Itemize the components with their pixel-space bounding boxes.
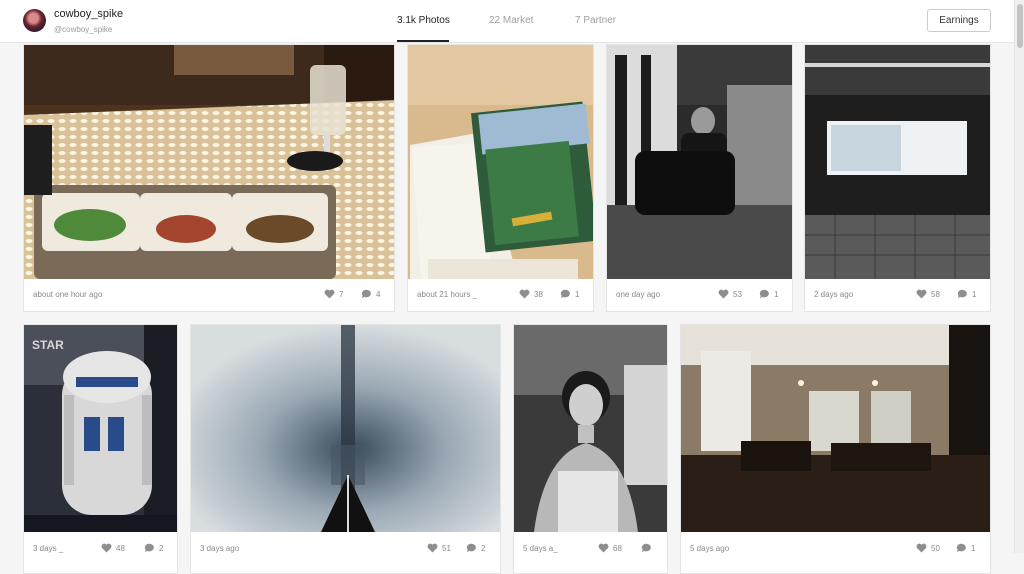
like-button[interactable]: 38: [519, 289, 543, 299]
photo-corridor-blur[interactable]: [191, 325, 500, 532]
like-count: 38: [534, 289, 543, 299]
post-time: 5 days ago: [690, 544, 730, 553]
comment-button[interactable]: 2: [466, 543, 485, 553]
comment-icon: [956, 543, 966, 553]
photo-station-billboard[interactable]: [805, 45, 990, 279]
like-button[interactable]: 68: [598, 543, 622, 553]
post-time: 5 days a_: [523, 544, 558, 553]
card-meta: 5 days a_ 68: [514, 532, 667, 565]
comment-button[interactable]: 4: [361, 289, 380, 299]
like-button[interactable]: 58: [916, 289, 940, 299]
post-time: 3 days _: [33, 544, 64, 553]
heart-icon: [519, 289, 530, 299]
photo-card: STAR 3 days _ 48 2: [23, 324, 178, 574]
comment-count: 2: [159, 543, 164, 553]
like-button[interactable]: 48: [101, 543, 125, 553]
post-time: one day ago: [616, 290, 661, 299]
card-meta: 3 days _ 48 2: [24, 532, 177, 565]
comment-button[interactable]: 1: [759, 289, 778, 299]
heart-icon: [916, 289, 927, 299]
photo-dining-room[interactable]: [681, 325, 990, 532]
card-meta: 3 days ago 51 2: [191, 532, 500, 565]
photo-restaurant-table[interactable]: [24, 45, 394, 279]
photo-card: 2 days ago 58 1: [804, 44, 991, 312]
earnings-button[interactable]: Earnings: [927, 9, 991, 32]
comment-button[interactable]: 2: [144, 543, 163, 553]
card-meta: about one hour ago 7 4: [24, 278, 394, 311]
comment-count: 4: [376, 289, 381, 299]
post-time: about 21 hours _: [417, 290, 478, 299]
comment-button[interactable]: [641, 543, 656, 553]
scrollbar[interactable]: [1014, 0, 1024, 553]
card-meta: 2 days ago 58 1: [805, 278, 990, 311]
active-tab-indicator: [397, 40, 449, 42]
card-meta: about 21 hours _ 38 1: [408, 278, 593, 311]
comment-button[interactable]: 1: [956, 543, 975, 553]
heart-icon: [916, 543, 927, 553]
photo-card: one day ago 53 1: [606, 44, 793, 312]
comment-button[interactable]: 1: [560, 289, 579, 299]
photo-train-brochure[interactable]: [408, 45, 593, 279]
photo-cafe-interior-bw[interactable]: [607, 45, 792, 279]
photo-robot-figure[interactable]: STAR: [24, 325, 177, 532]
comment-icon: [560, 289, 570, 299]
like-count: 58: [931, 289, 940, 299]
comment-icon: [144, 543, 154, 553]
like-count: 48: [116, 543, 125, 553]
username[interactable]: cowboy_spike: [54, 8, 123, 20]
user-handle: @cowboy_spike: [54, 25, 113, 34]
comment-icon: [759, 289, 769, 299]
like-button[interactable]: 7: [324, 289, 343, 299]
avatar[interactable]: [23, 9, 46, 32]
photo-card: about one hour ago 7 4: [23, 44, 395, 312]
like-button[interactable]: 53: [718, 289, 742, 299]
comment-count: 1: [972, 289, 977, 299]
svg-text:STAR: STAR: [32, 338, 64, 352]
comment-count: 1: [971, 543, 976, 553]
heart-icon: [598, 543, 609, 553]
photo-portrait-bw[interactable]: [514, 325, 667, 532]
top-bar: cowboy_spike @cowboy_spike 3.1k Photos 2…: [0, 0, 1014, 43]
photo-card: 5 days ago 50 1: [680, 324, 991, 574]
photo-card: 3 days ago 51 2: [190, 324, 501, 574]
like-count: 68: [613, 543, 622, 553]
comment-icon: [361, 289, 371, 299]
tab-partner[interactable]: 7 Partner: [575, 15, 616, 26]
like-count: 51: [442, 543, 451, 553]
comment-count: 2: [481, 543, 486, 553]
photo-card: 5 days a_ 68: [513, 324, 668, 574]
tab-photos[interactable]: 3.1k Photos: [397, 15, 450, 26]
post-time: about one hour ago: [33, 290, 103, 299]
scroll-thumb[interactable]: [1017, 4, 1023, 48]
like-count: 53: [733, 289, 742, 299]
card-meta: one day ago 53 1: [607, 278, 792, 311]
tab-market[interactable]: 22 Market: [489, 15, 533, 26]
post-time: 2 days ago: [814, 290, 854, 299]
heart-icon: [718, 289, 729, 299]
comment-button[interactable]: 1: [957, 289, 976, 299]
like-button[interactable]: 50: [916, 543, 940, 553]
comment-icon: [957, 289, 967, 299]
heart-icon: [427, 543, 438, 553]
photo-card: about 21 hours _ 38 1: [407, 44, 594, 312]
card-meta: 5 days ago 50 1: [681, 532, 990, 565]
heart-icon: [324, 289, 335, 299]
post-time: 3 days ago: [200, 544, 240, 553]
heart-icon: [101, 543, 112, 553]
comment-icon: [641, 543, 651, 553]
like-count: 50: [931, 543, 940, 553]
comment-count: 1: [575, 289, 580, 299]
like-button[interactable]: 51: [427, 543, 451, 553]
comment-icon: [466, 543, 476, 553]
like-count: 7: [339, 289, 344, 299]
comment-count: 1: [774, 289, 779, 299]
